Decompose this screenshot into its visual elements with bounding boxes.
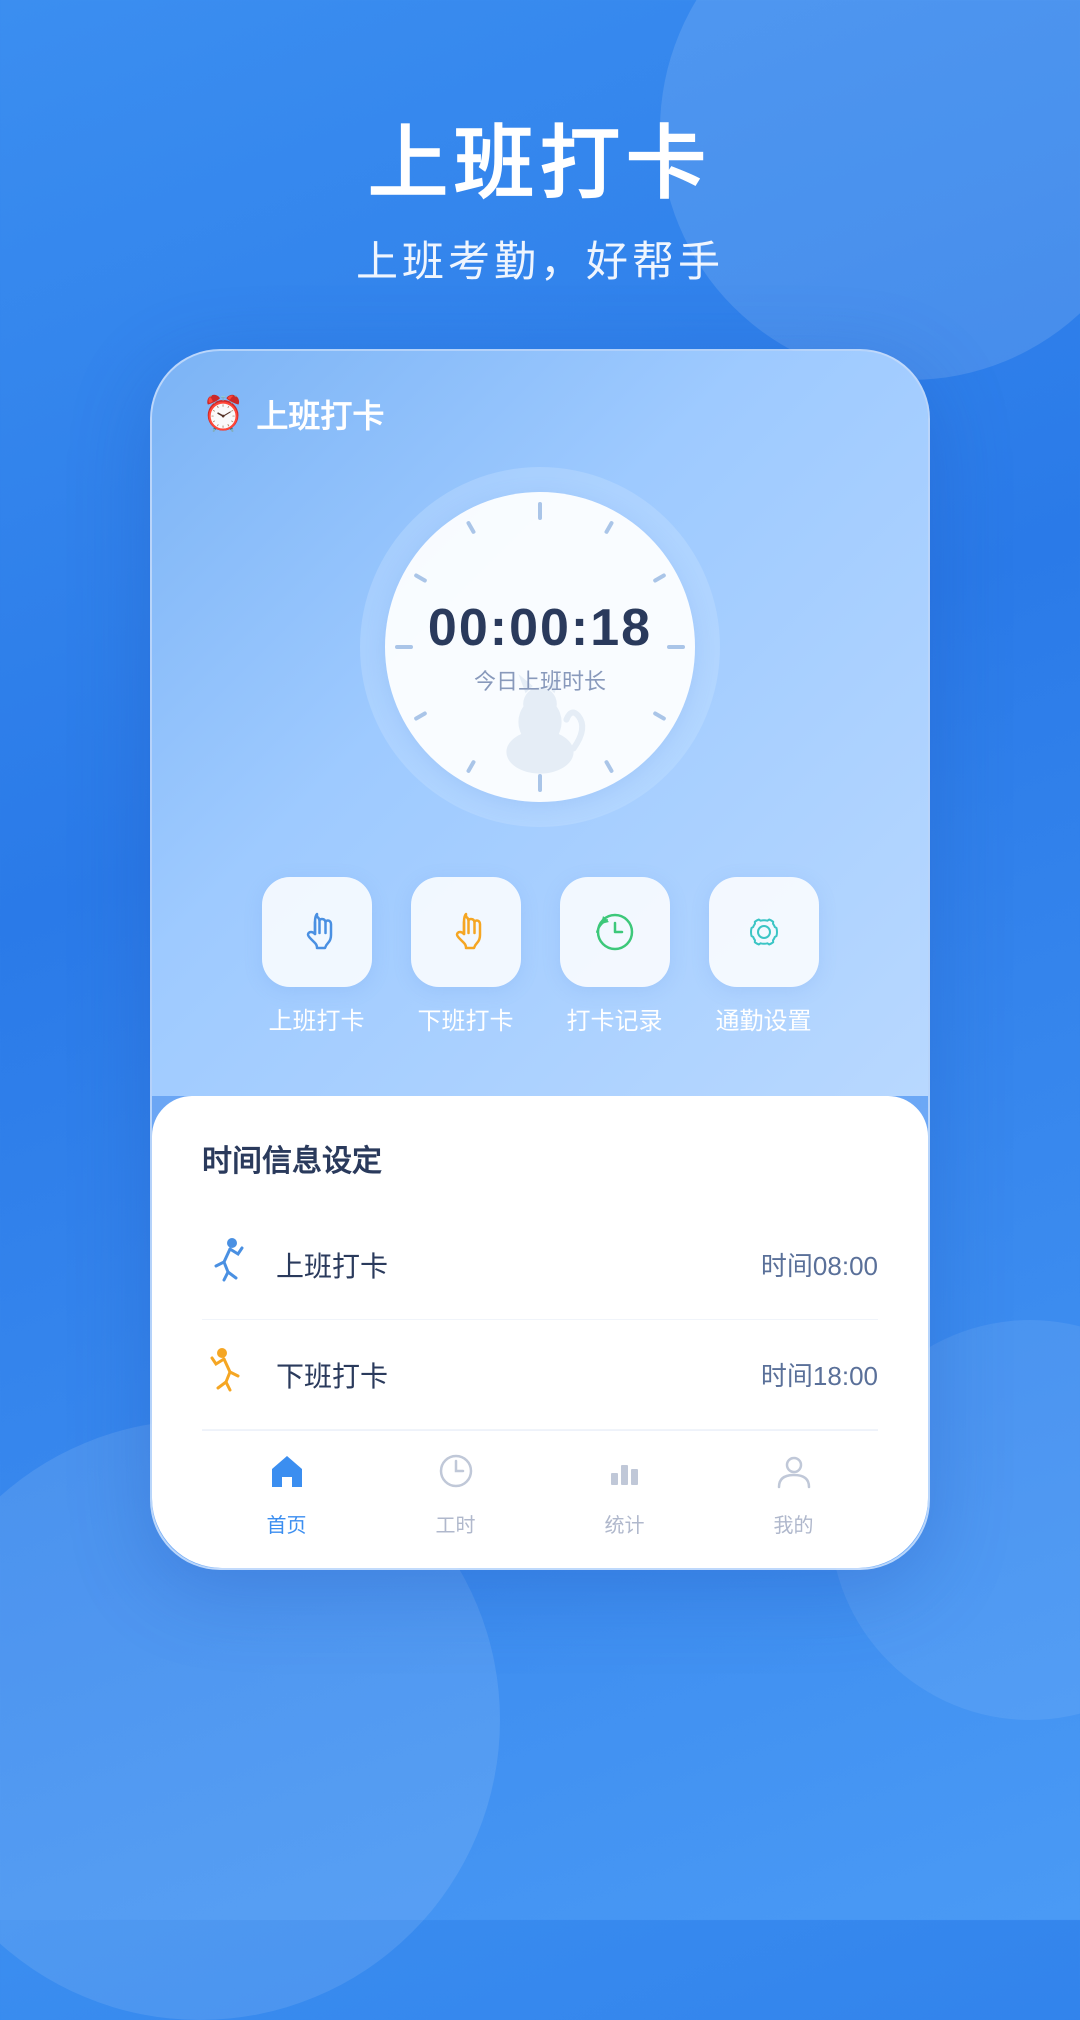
clock-nav-icon [436, 1451, 476, 1501]
work-out-time: 时间18:00 [761, 1356, 878, 1393]
app-title: 上班打卡 [0, 120, 1080, 208]
hand-point-orange-icon [440, 906, 492, 958]
work-in-icon [202, 1234, 252, 1295]
user-icon [774, 1451, 814, 1491]
phone-bottom-area: 时间信息设定 上班打卡 时间08:00 [152, 1096, 928, 1568]
home-icon [267, 1451, 307, 1501]
checkin-label: 上班打卡 [269, 1001, 365, 1036]
checkout-button[interactable]: 下班打卡 [411, 877, 521, 1036]
checkin-button[interactable]: 上班打卡 [262, 877, 372, 1036]
settings-icon-circle [709, 877, 819, 987]
action-buttons-row: 上班打卡 下班打卡 [202, 857, 878, 1036]
chart-nav-icon [605, 1451, 645, 1501]
work-out-icon [202, 1344, 252, 1405]
record-label: 打卡记录 [567, 1001, 663, 1036]
checkout-label: 下班打卡 [418, 1001, 514, 1036]
clock-outer-ring: 00:00:18 今日上班时长 [360, 467, 720, 827]
nav-stats[interactable]: 统计 [540, 1451, 709, 1538]
user-nav-icon [774, 1451, 814, 1501]
running-person-blue-icon [202, 1234, 252, 1284]
phone-mockup: ⏰ 上班打卡 [150, 349, 930, 1570]
record-clock-icon [589, 906, 641, 958]
clock-icon [436, 1451, 476, 1491]
record-icon-circle [560, 877, 670, 987]
nav-stats-label: 统计 [605, 1509, 645, 1538]
checkout-icon-circle [411, 877, 521, 987]
bottom-nav: 首页 工时 统计 [202, 1430, 878, 1548]
nav-profile[interactable]: 我的 [709, 1451, 878, 1538]
nav-workhours[interactable]: 工时 [371, 1451, 540, 1538]
running-person-orange-icon [202, 1344, 252, 1394]
clock-time-display: 00:00:18 [428, 598, 652, 658]
gear-icon [738, 906, 790, 958]
alarm-icon: ⏰ [202, 394, 244, 434]
clock-face: 00:00:18 今日上班时长 [385, 492, 695, 802]
work-in-time: 时间08:00 [761, 1246, 878, 1283]
settings-label: 通勤设置 [716, 1001, 812, 1036]
clock-label: 今日上班时长 [474, 664, 606, 696]
record-button[interactable]: 打卡记录 [560, 877, 670, 1036]
hand-point-icon [291, 906, 343, 958]
home-nav-icon [267, 1451, 307, 1491]
checkin-icon-circle [262, 877, 372, 987]
bar-chart-icon [605, 1451, 645, 1491]
work-in-label: 上班打卡 [276, 1245, 761, 1285]
nav-home-label: 首页 [267, 1509, 307, 1538]
clock-container: 00:00:18 今日上班时长 [202, 467, 878, 827]
phone-app-title-text: 上班打卡 [256, 391, 384, 437]
work-in-row[interactable]: 上班打卡 时间08:00 [202, 1210, 878, 1320]
section-title: 时间信息设定 [202, 1136, 878, 1180]
phone-top-area: ⏰ 上班打卡 [152, 351, 928, 1096]
nav-profile-label: 我的 [774, 1509, 814, 1538]
settings-button[interactable]: 通勤设置 [709, 877, 819, 1036]
nav-home[interactable]: 首页 [202, 1451, 371, 1538]
nav-workhours-label: 工时 [436, 1509, 476, 1538]
header: 上班打卡 上班考勤，好帮手 [0, 0, 1080, 349]
phone-app-titlebar: ⏰ 上班打卡 [202, 391, 878, 437]
app-subtitle: 上班考勤，好帮手 [0, 228, 1080, 289]
work-out-row[interactable]: 下班打卡 时间18:00 [202, 1320, 878, 1430]
work-out-label: 下班打卡 [276, 1355, 761, 1395]
